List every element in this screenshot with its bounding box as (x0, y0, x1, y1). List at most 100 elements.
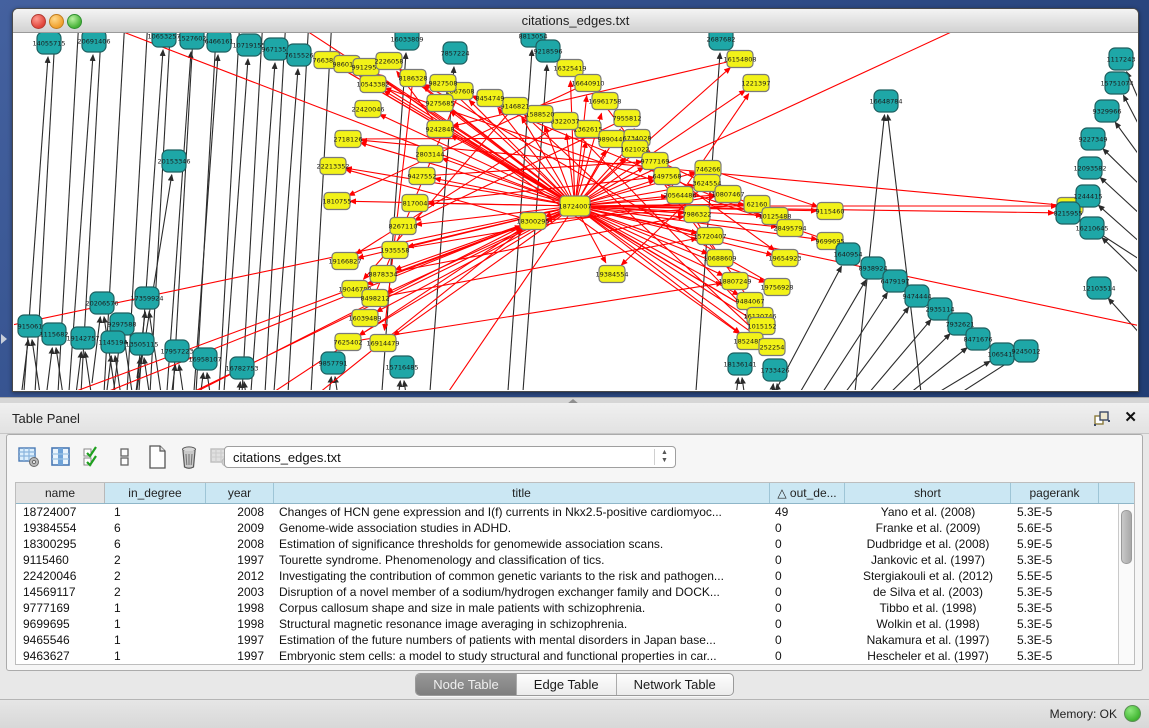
table-cell-year[interactable]: 2012 (206, 568, 274, 584)
table-row[interactable]: 946362711997Embryonic stem cells: a mode… (16, 648, 1119, 664)
network-node[interactable]: 1810755 (323, 193, 352, 210)
tab-network-table[interactable]: Network Table (617, 674, 733, 695)
network-node[interactable]: 9474444 (903, 285, 932, 307)
table-cell-name[interactable]: 9777169 (16, 600, 105, 616)
network-node[interactable]: 18807249 (718, 273, 751, 290)
delete-column-icon[interactable] (177, 445, 201, 469)
network-node[interactable]: 19166827 (328, 253, 361, 270)
network-node[interactable]: 1640954 (834, 243, 863, 265)
network-node[interactable]: 9827508 (429, 75, 458, 92)
column-header-short[interactable]: short (845, 483, 1011, 503)
table-row[interactable]: 1872400712008Changes of HCN gene express… (16, 504, 1119, 520)
table-cell-pagerank[interactable]: 5.3E-5 (1011, 552, 1099, 568)
table-cell-out_degree[interactable]: 0 (770, 520, 845, 536)
network-node[interactable]: 20691406 (77, 33, 110, 52)
table-cell-in_degree[interactable]: 6 (105, 536, 206, 552)
network-node[interactable]: 1588520 (526, 106, 555, 123)
network-node[interactable]: 9242848 (426, 121, 455, 138)
close-panel-icon[interactable]: ✕ (1124, 408, 1137, 426)
table-cell-year[interactable]: 1998 (206, 616, 274, 632)
table-cell-year[interactable]: 2009 (206, 520, 274, 536)
table-cell-year[interactable]: 1997 (206, 648, 274, 664)
table-cell-in_degree[interactable]: 1 (105, 632, 206, 648)
network-node[interactable]: 9245012 (1012, 340, 1041, 362)
network-node[interactable]: 9115460 (816, 203, 845, 220)
table-cell-name[interactable]: 19384554 (16, 520, 105, 536)
table-cell-title[interactable]: Tourette syndrome. Phenomenology and cla… (274, 552, 770, 568)
table-cell-title[interactable]: Genome-wide association studies in ADHD. (274, 520, 770, 536)
table-cell-in_degree[interactable]: 6 (105, 520, 206, 536)
network-node[interactable]: 22213352 (316, 158, 349, 175)
network-node[interactable]: 16648784 (869, 90, 902, 112)
table-cell-year[interactable]: 1998 (206, 600, 274, 616)
table-cell-short[interactable]: Stergiakouli et al. (2012) (845, 568, 1011, 584)
table-cell-title[interactable]: Investigating the contribution of common… (274, 568, 770, 584)
network-node[interactable]: 12103514 (1082, 277, 1115, 299)
table-cell-pagerank[interactable]: 5.3E-5 (1011, 504, 1099, 520)
network-node[interactable]: 2803144 (416, 146, 445, 163)
table-row[interactable]: 911546021997Tourette syndrome. Phenomeno… (16, 552, 1119, 568)
network-node[interactable]: 18300295 (516, 213, 549, 230)
network-node[interactable]: 10543382 (356, 76, 389, 93)
table-cell-short[interactable]: Franke et al. (2009) (845, 520, 1011, 536)
table-row[interactable]: 977716911998Corpus callosum shape and si… (16, 600, 1119, 616)
network-node[interactable]: 16210645 (1075, 217, 1108, 239)
column-header-title[interactable]: title (274, 483, 770, 503)
network-node[interactable]: 9146821 (501, 98, 530, 115)
network-node[interactable]: 16914479 (366, 335, 399, 352)
network-node[interactable]: 1935558 (381, 242, 410, 259)
table-cell-pagerank[interactable]: 5.3E-5 (1011, 584, 1099, 600)
table-cell-short[interactable]: Tibbo et al. (1998) (845, 600, 1011, 616)
table-cell-pagerank[interactable]: 5.3E-5 (1011, 648, 1099, 664)
table-cell-short[interactable]: de Silva et al. (2003) (845, 584, 1011, 600)
network-node[interactable]: 16154808 (723, 51, 756, 68)
table-row[interactable]: 2242004622012Investigating the contribut… (16, 568, 1119, 584)
network-node[interactable]: 7955812 (613, 110, 642, 127)
table-cell-title[interactable]: Changes of HCN gene expression and I(f) … (274, 504, 770, 520)
scrollbar-thumb[interactable] (1121, 510, 1132, 564)
table-cell-in_degree[interactable]: 1 (105, 504, 206, 520)
table-cell-name[interactable]: 22420046 (16, 568, 105, 584)
table-cell-pagerank[interactable]: 5.3E-5 (1011, 600, 1099, 616)
network-node[interactable]: 20564486 (663, 187, 696, 204)
network-node[interactable]: 13505115 (125, 333, 158, 355)
table-cell-name[interactable]: 9465546 (16, 632, 105, 648)
table-row[interactable]: 1830029562008Estimation of significance … (16, 536, 1119, 552)
network-node[interactable]: 22420046 (351, 101, 384, 118)
table-cell-in_degree[interactable]: 2 (105, 552, 206, 568)
network-node[interactable]: 10688609 (703, 250, 736, 267)
network-node[interactable]: 8454749 (476, 90, 505, 107)
network-node[interactable]: 8215955 (1054, 202, 1083, 224)
table-cell-in_degree[interactable]: 1 (105, 648, 206, 664)
row-height-icon[interactable] (113, 445, 137, 469)
network-node[interactable]: 1733426 (761, 359, 790, 381)
table-cell-year[interactable]: 2003 (206, 584, 274, 600)
table-row[interactable]: 946554611997Estimation of the future num… (16, 632, 1119, 648)
network-node[interactable]: 16782753 (225, 357, 258, 379)
table-cell-year[interactable]: 1997 (206, 632, 274, 648)
network-node[interactable]: 7857224 (441, 42, 470, 64)
table-cell-pagerank[interactable]: 5.9E-5 (1011, 536, 1099, 552)
network-node[interactable]: 7615526 (285, 44, 314, 66)
table-cell-pagerank[interactable]: 5.3E-5 (1011, 616, 1099, 632)
table-cell-title[interactable]: Embryonic stem cells: a model to study s… (274, 648, 770, 664)
table-cell-short[interactable]: Jankovic et al. (1997) (845, 552, 1011, 568)
column-visibility-icon[interactable] (49, 445, 73, 469)
network-node[interactable]: 10653257 (147, 33, 180, 47)
table-row[interactable]: 969969511998Structural magnetic resonanc… (16, 616, 1119, 632)
network-node[interactable]: 14055715 (32, 33, 65, 54)
network-node[interactable]: 9227349 (1079, 128, 1108, 150)
table-cell-out_degree[interactable]: 0 (770, 584, 845, 600)
table-cell-name[interactable]: 18300295 (16, 536, 105, 552)
table-cell-in_degree[interactable]: 2 (105, 584, 206, 600)
network-node[interactable]: 817004 (402, 195, 428, 212)
network-node[interactable]: 1117243 (1107, 48, 1136, 70)
table-cell-name[interactable]: 9699695 (16, 616, 105, 632)
network-node[interactable]: 12093582 (1073, 157, 1106, 179)
network-node[interactable]: 19654923 (768, 250, 801, 267)
table-cell-name[interactable]: 14569117 (16, 584, 105, 600)
table-cell-pagerank[interactable]: 5.6E-5 (1011, 520, 1099, 536)
network-node[interactable]: 2687682 (707, 33, 736, 50)
network-node[interactable]: 1115682 (40, 323, 69, 345)
network-canvas[interactable]: 1872400718300295163254191664091016961758… (14, 33, 1137, 390)
